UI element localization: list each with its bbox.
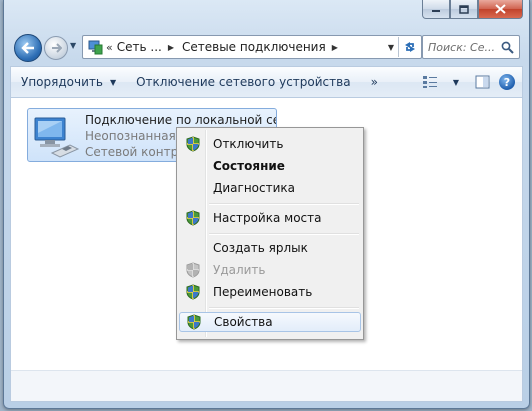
- menu-item-label: Отключить: [213, 137, 284, 151]
- navigation-bar: ▼ « Сеть ... ▶ Сетевые подключения ▶ ▼: [12, 32, 521, 62]
- back-button[interactable]: [14, 34, 42, 62]
- menu-item-label: Создать ярлык: [213, 241, 308, 255]
- search-icon[interactable]: [500, 40, 514, 54]
- menu-item-diagnostics[interactable]: Диагностика: [179, 178, 361, 198]
- network-adapter-icon: [34, 117, 80, 158]
- connection-name: Подключение по локальной сети: [85, 113, 277, 127]
- menu-item-disable[interactable]: Отключить: [179, 134, 361, 154]
- caption-buttons: [422, 0, 523, 19]
- refresh-button[interactable]: [398, 37, 421, 57]
- menu-item-label: Диагностика: [213, 181, 296, 195]
- details-strip: [11, 370, 522, 401]
- command-bar: Упорядочить ▼ Отключение сетевого устрой…: [10, 66, 523, 98]
- view-options-icon: [423, 76, 437, 88]
- uac-shield-icon: [179, 208, 207, 228]
- menu-item-label: Настройка моста: [213, 211, 322, 225]
- close-icon: [495, 4, 506, 14]
- menu-separator: [209, 307, 359, 309]
- minimize-icon: [432, 10, 440, 12]
- maximize-button[interactable]: [450, 0, 478, 19]
- menu-item-create-shortcut[interactable]: Создать ярлык: [179, 238, 361, 258]
- preview-pane-icon: [475, 75, 489, 89]
- uac-shield-icon: [179, 260, 207, 280]
- refresh-icon: [405, 42, 415, 52]
- disable-device-label: Отключение сетевого устройства: [136, 75, 351, 89]
- view-dropdown-icon[interactable]: ▼: [443, 71, 469, 93]
- organize-menu-button[interactable]: Упорядочить ▼: [11, 75, 126, 89]
- more-commands-button[interactable]: »: [361, 75, 388, 89]
- breadcrumb-separator-icon[interactable]: ▶: [168, 43, 174, 52]
- recent-pages-dropdown[interactable]: ▼: [70, 41, 76, 50]
- menu-item-rename[interactable]: Переименовать: [179, 282, 361, 302]
- minimize-button[interactable]: [422, 0, 450, 19]
- disable-device-button[interactable]: Отключение сетевого устройства: [126, 75, 360, 89]
- breadcrumb-network-connections[interactable]: Сетевые подключения: [182, 40, 326, 54]
- breadcrumb-network[interactable]: Сеть ...: [117, 40, 162, 54]
- preview-pane-button[interactable]: [469, 71, 495, 93]
- menu-item-properties[interactable]: Свойства: [179, 312, 361, 332]
- more-commands-chevron-icon: »: [370, 75, 378, 89]
- address-dropdown-icon[interactable]: ▼: [384, 43, 398, 52]
- menu-item-label: Свойства: [214, 315, 273, 329]
- menu-separator: [209, 233, 359, 235]
- network-connections-icon: [87, 39, 103, 55]
- breadcrumb-separator-icon[interactable]: ▶: [332, 43, 338, 52]
- uac-shield-icon: [179, 282, 207, 302]
- uac-shield-icon: [179, 134, 207, 154]
- menu-item-status[interactable]: Состояние: [179, 156, 361, 176]
- organize-label: Упорядочить: [21, 75, 103, 89]
- menu-item-label: Удалить: [213, 263, 266, 277]
- uac-shield-icon: [180, 312, 208, 332]
- menu-item-delete: Удалить: [179, 260, 361, 280]
- change-view-button[interactable]: [417, 71, 443, 93]
- chevron-down-icon: ▼: [109, 77, 117, 87]
- menu-item-label: Состояние: [213, 159, 285, 173]
- menu-separator: [209, 203, 359, 205]
- menu-item-label: Переименовать: [213, 285, 313, 299]
- forward-button[interactable]: [44, 36, 68, 60]
- address-overflow-chevron[interactable]: «: [106, 41, 113, 54]
- search-box: [422, 35, 520, 59]
- help-button[interactable]: ?: [499, 74, 515, 90]
- help-icon: ?: [503, 75, 511, 89]
- close-button[interactable]: [478, 0, 523, 19]
- menu-item-bridge[interactable]: Настройка моста: [179, 208, 361, 228]
- search-input[interactable]: [423, 40, 500, 54]
- maximize-icon: [459, 4, 469, 14]
- context-menu: Отключить Состояние Диагностика Настройк…: [176, 127, 364, 340]
- back-arrow-icon: [21, 42, 34, 54]
- forward-arrow-icon: [51, 43, 62, 53]
- address-bar[interactable]: « Сеть ... ▶ Сетевые подключения ▶ ▼: [82, 35, 422, 59]
